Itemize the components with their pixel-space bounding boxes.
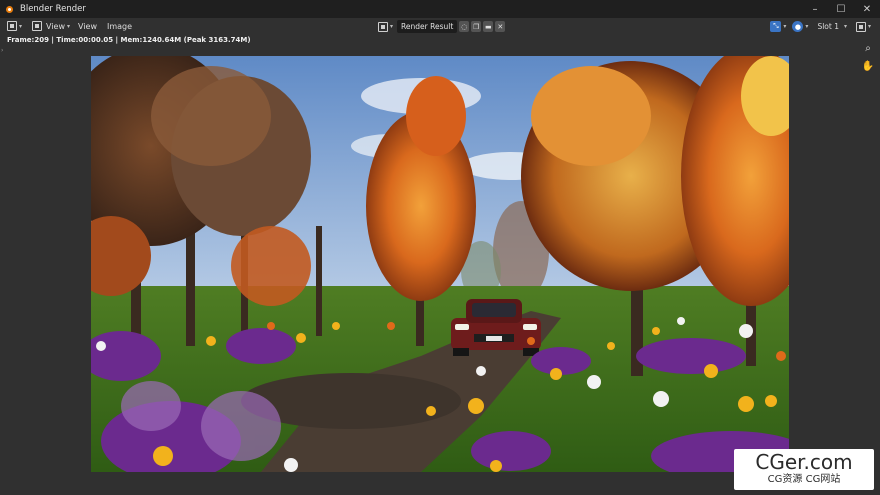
- chevron-down-icon: ▾: [783, 23, 787, 30]
- chevron-down-icon: ▾: [805, 23, 809, 30]
- image-editor-icon: [7, 21, 17, 31]
- browse-image-button[interactable]: ▾: [378, 20, 393, 34]
- view-mode-dropdown[interactable]: View ▾: [29, 19, 73, 33]
- chevron-down-icon: ▾: [67, 22, 71, 30]
- chevron-down-icon: ▾: [19, 22, 23, 30]
- render-stats: Frame:209 | Time:00:00.05 | Mem:1240.64M…: [7, 36, 251, 44]
- blender-logo-icon: [5, 4, 15, 14]
- toolbar-expand-arrow-icon[interactable]: ›: [1, 47, 3, 54]
- window-controls: – ☐ ✕: [802, 0, 880, 18]
- display-channels-dropdown[interactable]: ▾: [853, 20, 874, 33]
- pan-hand-icon[interactable]: ✋: [862, 60, 874, 72]
- color-alpha-icon: [855, 21, 866, 32]
- chevron-down-icon: ▾: [390, 23, 394, 30]
- fake-user-shield-icon[interactable]: ◌: [459, 21, 470, 32]
- site-watermark: CGer.com CG资源 CG网站: [734, 449, 874, 490]
- watermark-sub-text: CG资源 CG网站: [767, 474, 841, 485]
- chevron-down-icon: ▾: [843, 23, 847, 30]
- gizmo-icon: ⤡: [770, 21, 782, 32]
- slot-dropdown[interactable]: Slot 1 ▾: [811, 20, 853, 33]
- maximize-button[interactable]: ☐: [828, 0, 854, 18]
- overlay-dropdown[interactable]: ● ▾: [789, 20, 811, 33]
- header-right-tools: ⤡ ▾ ● ▾ Slot 1 ▾ ▾: [767, 20, 874, 33]
- zoom-magnifier-icon[interactable]: ⌕: [862, 42, 874, 54]
- slot-label: Slot 1: [817, 22, 839, 31]
- render-result-image[interactable]: [91, 56, 789, 472]
- chevron-down-icon: ▾: [867, 23, 871, 30]
- unlink-image-close-icon[interactable]: ✕: [495, 21, 506, 32]
- window-titlebar: Blender Render – ☐ ✕: [0, 0, 880, 18]
- menu-view[interactable]: View: [73, 22, 102, 31]
- window-title: Blender Render: [20, 4, 86, 14]
- image-name-field[interactable]: Render Result: [397, 20, 458, 33]
- watermark-main-text: CGer.com: [755, 450, 853, 474]
- image-browse-icon: [378, 21, 388, 32]
- close-button[interactable]: ✕: [854, 0, 880, 18]
- duplicate-image-icon[interactable]: ❐: [471, 21, 482, 32]
- image-selector: ▾ Render Result ◌ ❐ ▬ ✕: [378, 20, 506, 34]
- view-mode-icon: [32, 21, 43, 31]
- menu-image[interactable]: Image: [102, 22, 137, 31]
- open-image-folder-icon[interactable]: ▬: [483, 21, 494, 32]
- minimize-button[interactable]: –: [802, 0, 828, 18]
- gizmo-dropdown[interactable]: ⤡ ▾: [767, 20, 789, 33]
- image-editor-header: ▾ View ▾ View Image ▾ Render Result ◌ ❐ …: [0, 18, 880, 34]
- editor-type-dropdown[interactable]: ▾: [4, 19, 25, 33]
- view-mode-label: View: [46, 21, 65, 31]
- overlay-icon: ●: [792, 21, 804, 32]
